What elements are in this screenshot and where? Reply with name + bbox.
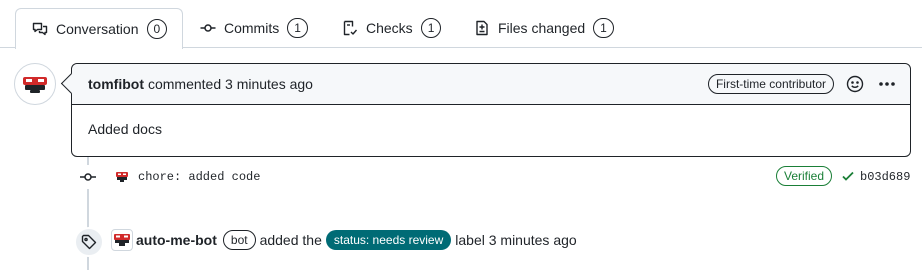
tab-conversation-label: Conversation <box>56 21 139 37</box>
kebab-horizontal-icon[interactable] <box>876 73 898 95</box>
tab-files-changed-counter: 1 <box>593 18 614 38</box>
check-icon[interactable] <box>841 169 855 183</box>
tab-conversation-counter: 0 <box>146 19 168 39</box>
tab-checks-label: Checks <box>366 20 413 36</box>
smiley-icon[interactable] <box>844 73 866 95</box>
tab-files-changed[interactable]: Files changed 1 <box>474 8 614 48</box>
label-event-row: auto-me-bot bot added the status: needs … <box>0 226 922 257</box>
tab-checks[interactable]: Checks 1 <box>342 8 442 48</box>
event-action-text: added the <box>259 232 322 248</box>
author-avatar[interactable] <box>14 63 56 105</box>
comment-body: Added docs <box>88 121 162 137</box>
git-commit-icon <box>200 20 216 36</box>
tab-checks-counter: 1 <box>420 18 442 38</box>
tag-icon <box>74 227 104 257</box>
comment-discussion-icon <box>32 21 48 37</box>
git-commit-icon <box>78 165 98 189</box>
commit-sha-link[interactable]: b03d689 <box>860 170 910 184</box>
event-suffix-text: label 3 minutes ago <box>455 232 577 248</box>
comment-header-actions: First-time contributor <box>707 64 898 104</box>
file-diff-icon <box>474 20 490 36</box>
pr-tab-bar: Conversation 0 Commits 1 Checks 1 Files … <box>0 0 922 49</box>
tab-files-changed-label: Files changed <box>498 20 586 36</box>
tab-commits-counter: 1 <box>287 18 308 38</box>
comment-timestamp[interactable]: commented 3 minutes ago <box>148 76 313 92</box>
bot-badge: bot <box>222 230 256 250</box>
verified-badge[interactable]: Verified <box>776 166 833 186</box>
tab-commits[interactable]: Commits 1 <box>200 8 308 48</box>
event-actor-avatar[interactable] <box>111 229 133 251</box>
tab-conversation[interactable]: Conversation 0 <box>15 8 183 49</box>
comment-header: tomfibot commented 3 minutes ago First-t… <box>72 64 910 105</box>
status-label[interactable]: status: needs review <box>325 230 452 250</box>
commit-author-avatar[interactable] <box>115 171 129 183</box>
event-actor-name[interactable]: auto-me-bot <box>136 232 217 248</box>
comment-box: tomfibot commented 3 minutes ago First-t… <box>71 63 911 157</box>
comment-author[interactable]: tomfibot <box>88 76 144 92</box>
tab-commits-label: Commits <box>224 20 280 36</box>
event-description: auto-me-bot bot added the status: needs … <box>136 230 577 250</box>
checklist-icon <box>342 20 358 36</box>
bot-avatar-icon <box>114 234 130 246</box>
first-time-contributor-badge: First-time contributor <box>707 74 834 94</box>
bot-avatar-icon <box>23 77 47 93</box>
commit-row: chore: added code Verified b03d689 <box>0 165 922 189</box>
commit-message-link[interactable]: chore: added code <box>138 170 260 184</box>
